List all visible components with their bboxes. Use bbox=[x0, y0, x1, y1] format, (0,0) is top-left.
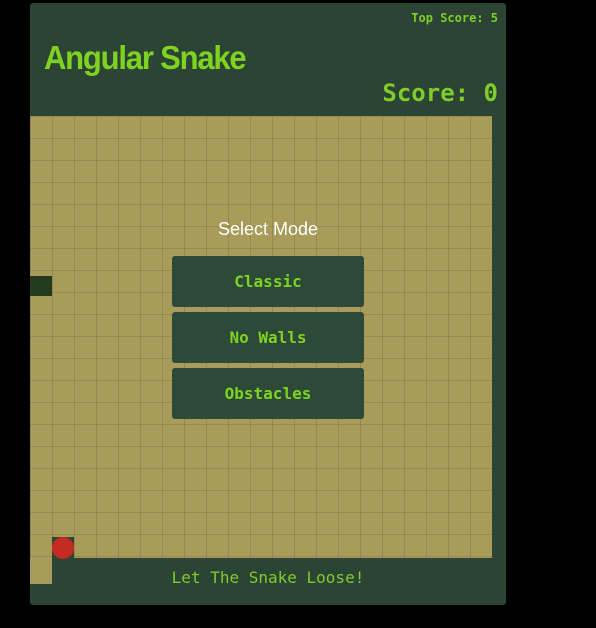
top-score: Top Score: 5 bbox=[411, 11, 498, 25]
mode-no-walls-button[interactable]: No Walls bbox=[172, 312, 364, 363]
snake-segment bbox=[30, 276, 52, 296]
game-container: Top Score: 5 Angular Snake Score: 0 Sele… bbox=[30, 3, 506, 605]
food-dot bbox=[52, 537, 74, 559]
mode-select-heading: Select Mode bbox=[217, 219, 319, 239]
food-cell bbox=[52, 537, 74, 559]
mode-classic-button[interactable]: Classic bbox=[172, 256, 364, 307]
current-score: Score: 0 bbox=[382, 79, 498, 107]
game-title: Angular Snake bbox=[44, 39, 247, 77]
footer-message: Let The Snake Loose! bbox=[171, 568, 365, 587]
mode-obstacles-button[interactable]: Obstacles bbox=[172, 368, 364, 419]
